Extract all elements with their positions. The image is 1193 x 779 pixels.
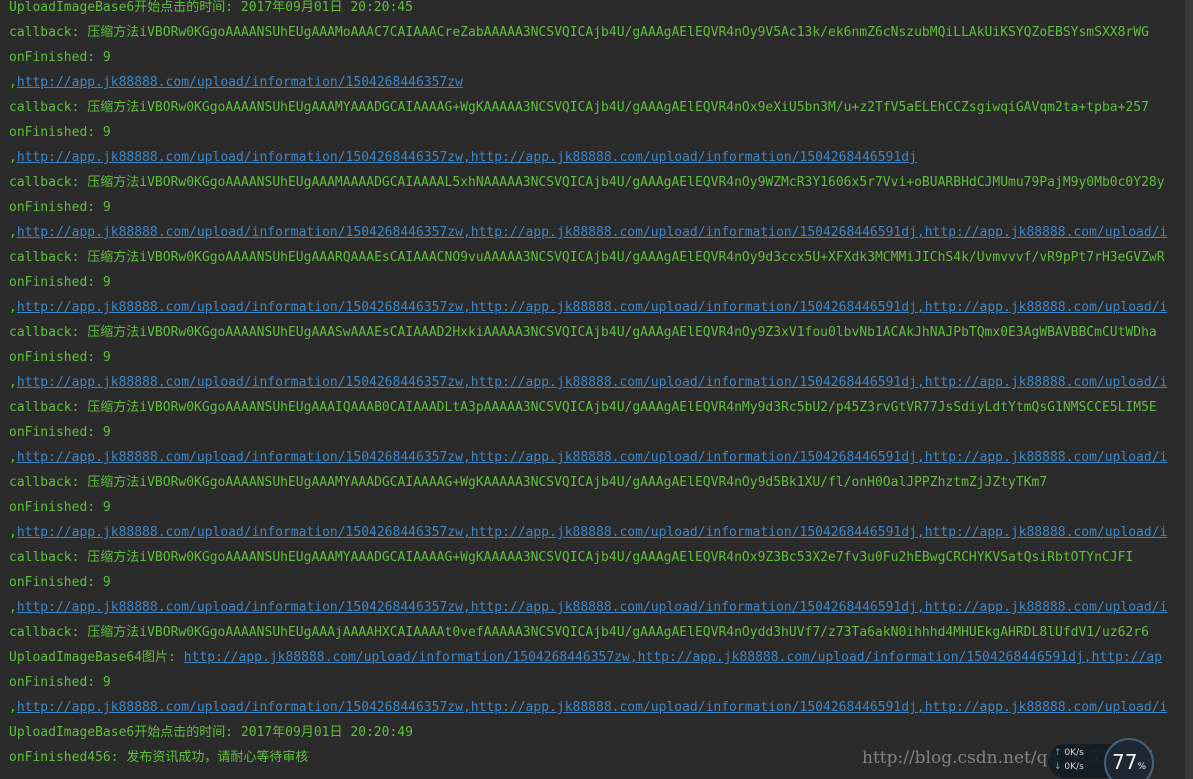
log-link[interactable]: http://app.jk88888.com/upload/informatio…: [17, 700, 1168, 715]
download-arrow-icon: ↓: [1054, 762, 1062, 772]
log-line: callback: 压缩方法iVBORw0KGgoAAAANSUhEUgAAAM…: [0, 175, 1193, 200]
log-line: ,http://app.jk88888.com/upload/informati…: [0, 525, 1193, 550]
log-link[interactable]: http://app.jk88888.com/upload/informatio…: [17, 150, 917, 165]
log-line: ,http://app.jk88888.com/upload/informati…: [0, 700, 1193, 725]
log-line: ,http://app.jk88888.com/upload/informati…: [0, 225, 1193, 250]
log-line: callback: 压缩方法iVBORw0KGgoAAAANSUhEUgAAAI…: [0, 400, 1193, 425]
log-line: onFinished: 9: [0, 125, 1193, 150]
log-link[interactable]: http://app.jk88888.com/upload/informatio…: [17, 300, 1168, 315]
log-line: onFinished: 9: [0, 575, 1193, 600]
log-line: onFinished: 9: [0, 425, 1193, 450]
log-prefix: ,: [9, 700, 17, 715]
log-text: callback: 压缩方法iVBORw0KGgoAAAANSUhEUgAAAM…: [9, 175, 1165, 190]
log-line: onFinished: 9: [0, 275, 1193, 300]
log-lines: UploadImageBase6开始点击的时间: 2017年09月01日 20:…: [0, 0, 1193, 779]
log-line: ,http://app.jk88888.com/upload/informati…: [0, 450, 1193, 475]
log-line: onFinished: 9: [0, 500, 1193, 525]
log-link[interactable]: http://app.jk88888.com/upload/informatio…: [17, 525, 1168, 540]
log-prefix: UploadImageBase64图片:: [9, 650, 184, 665]
log-text: onFinished: 9: [9, 350, 111, 365]
log-line: onFinished: 9: [0, 675, 1193, 700]
log-text: onFinished: 9: [9, 50, 111, 65]
log-line: onFinished: 9: [0, 200, 1193, 225]
log-line: onFinished: 9: [0, 350, 1193, 375]
log-prefix: ,: [9, 75, 17, 90]
log-line: callback: 压缩方法iVBORw0KGgoAAAANSUhEUgAAAM…: [0, 550, 1193, 575]
log-text: onFinished: 9: [9, 500, 111, 515]
log-text: callback: 压缩方法iVBORw0KGgoAAAANSUhEUgAAAM…: [9, 25, 1149, 40]
log-text: onFinished: 9: [9, 575, 111, 590]
log-text: onFinished: 9: [9, 675, 111, 690]
log-link[interactable]: http://app.jk88888.com/upload/informatio…: [17, 600, 1168, 615]
log-prefix: ,: [9, 525, 17, 540]
console-output-panel: UploadImageBase6开始点击的时间: 2017年09月01日 20:…: [0, 0, 1193, 779]
log-prefix: ,: [9, 300, 17, 315]
log-text: callback: 压缩方法iVBORw0KGgoAAAANSUhEUgAAAM…: [9, 550, 1134, 565]
upload-arrow-icon: ↑: [1054, 748, 1062, 758]
log-prefix: ,: [9, 600, 17, 615]
log-line: callback: 压缩方法iVBORw0KGgoAAAANSUhEUgAAAM…: [0, 475, 1193, 500]
log-text: callback: 压缩方法iVBORw0KGgoAAAANSUhEUgAAAj…: [9, 625, 1149, 640]
log-link[interactable]: http://app.jk88888.com/upload/informatio…: [17, 225, 1168, 240]
log-prefix: ,: [9, 150, 17, 165]
log-text: callback: 压缩方法iVBORw0KGgoAAAANSUhEUgAAAI…: [9, 400, 1157, 415]
log-line: callback: 压缩方法iVBORw0KGgoAAAANSUhEUgAAAS…: [0, 325, 1193, 350]
log-line: ,http://app.jk88888.com/upload/informati…: [0, 375, 1193, 400]
log-link[interactable]: http://app.jk88888.com/upload/informatio…: [17, 75, 463, 90]
log-line: callback: 压缩方法iVBORw0KGgoAAAANSUhEUgAAAM…: [0, 25, 1193, 50]
memory-usage-gauge[interactable]: 77%: [1104, 738, 1154, 779]
upload-speed-value: 0K/s: [1064, 748, 1084, 758]
log-text: onFinished: 9: [9, 125, 111, 140]
log-prefix: ,: [9, 375, 17, 390]
log-text: onFinished456: 发布资讯成功，请耐心等待审核: [9, 750, 309, 765]
log-line: callback: 压缩方法iVBORw0KGgoAAAANSUhEUgAAAR…: [0, 250, 1193, 275]
upload-speed: ↑ 0K/s: [1054, 748, 1084, 758]
log-line: callback: 压缩方法iVBORw0KGgoAAAANSUhEUgAAAj…: [0, 625, 1193, 650]
log-line: onFinished: 9: [0, 50, 1193, 75]
log-text: callback: 压缩方法iVBORw0KGgoAAAANSUhEUgAAAR…: [9, 250, 1165, 265]
gauge-value: 77: [1111, 750, 1138, 774]
download-speed: ↓ 0K/s: [1054, 762, 1084, 772]
log-line: UploadImageBase64图片: http://app.jk88888.…: [0, 650, 1193, 675]
network-monitor-widget[interactable]: ↑ 0K/s ↓ 0K/s 77%: [1048, 738, 1160, 779]
log-line: ,http://app.jk88888.com/upload/informati…: [0, 300, 1193, 325]
log-prefix: ,: [9, 450, 17, 465]
log-line: ,http://app.jk88888.com/upload/informati…: [0, 600, 1193, 625]
log-line: callback: 压缩方法iVBORw0KGgoAAAANSUhEUgAAAM…: [0, 100, 1193, 125]
download-speed-value: 0K/s: [1064, 762, 1084, 772]
log-line: UploadImageBase6开始点击的时间: 2017年09月01日 20:…: [0, 0, 1193, 25]
log-prefix: ,: [9, 225, 17, 240]
log-text: UploadImageBase6开始点击的时间: 2017年09月01日 20:…: [9, 725, 413, 740]
log-line: ,http://app.jk88888.com/upload/informati…: [0, 75, 1193, 100]
log-text: UploadImageBase6开始点击的时间: 2017年09月01日 20:…: [9, 0, 413, 15]
gauge-unit: %: [1137, 762, 1146, 772]
log-link[interactable]: http://app.jk88888.com/upload/informatio…: [17, 450, 1168, 465]
log-text: onFinished: 9: [9, 425, 111, 440]
log-text: callback: 压缩方法iVBORw0KGgoAAAANSUhEUgAAAM…: [9, 475, 1048, 490]
log-line: ,http://app.jk88888.com/upload/informati…: [0, 150, 1193, 175]
log-text: onFinished: 9: [9, 200, 111, 215]
log-link[interactable]: http://app.jk88888.com/upload/informatio…: [17, 375, 1168, 390]
log-line: UploadImageBase6开始点击的时间: 2017年09月01日 20:…: [0, 725, 1193, 750]
vertical-scrollbar[interactable]: [1185, 0, 1193, 779]
log-text: callback: 压缩方法iVBORw0KGgoAAAANSUhEUgAAAS…: [9, 325, 1157, 340]
log-text: callback: 压缩方法iVBORw0KGgoAAAANSUhEUgAAAM…: [9, 100, 1149, 115]
log-link[interactable]: http://app.jk88888.com/upload/informatio…: [184, 650, 1162, 665]
log-text: onFinished: 9: [9, 275, 111, 290]
